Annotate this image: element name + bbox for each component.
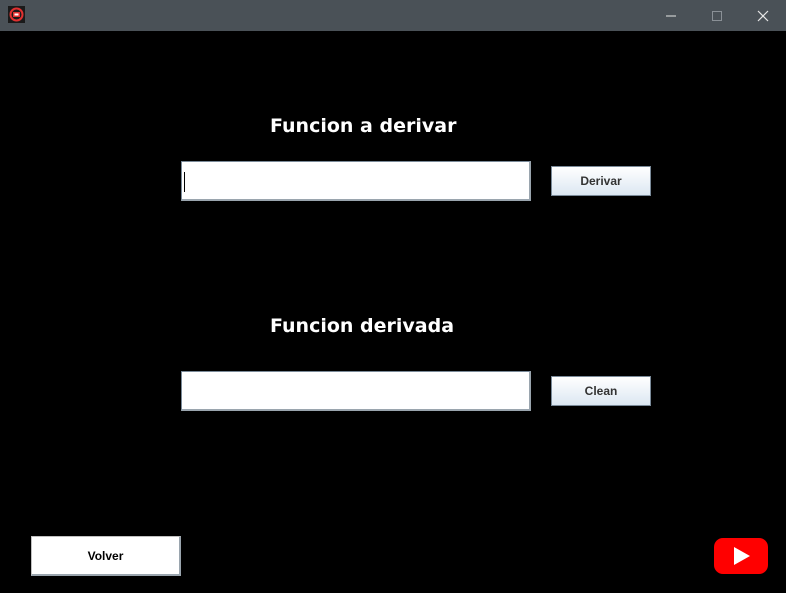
maximize-icon [712,10,722,21]
main-panel: Funcion a derivar Derivar Funcion deriva… [1,31,785,592]
close-icon [757,10,769,21]
maximize-button[interactable] [694,0,740,31]
title-bar [0,0,786,31]
minimize-button[interactable] [648,0,694,31]
text-caret [184,172,185,192]
derive-button[interactable]: Derivar [551,166,651,196]
youtube-button[interactable] [714,538,768,574]
derived-function-field[interactable] [181,371,531,411]
clean-button[interactable]: Clean [551,376,651,406]
close-button[interactable] [740,0,786,31]
youtube-icon [734,547,750,565]
back-button[interactable]: Volver [31,536,181,576]
app-logo-icon [8,6,25,23]
input-function-heading: Funcion a derivar [270,115,457,137]
derived-function-heading: Funcion derivada [270,315,455,337]
minimize-icon [666,15,676,16]
input-function-field[interactable] [181,161,531,201]
